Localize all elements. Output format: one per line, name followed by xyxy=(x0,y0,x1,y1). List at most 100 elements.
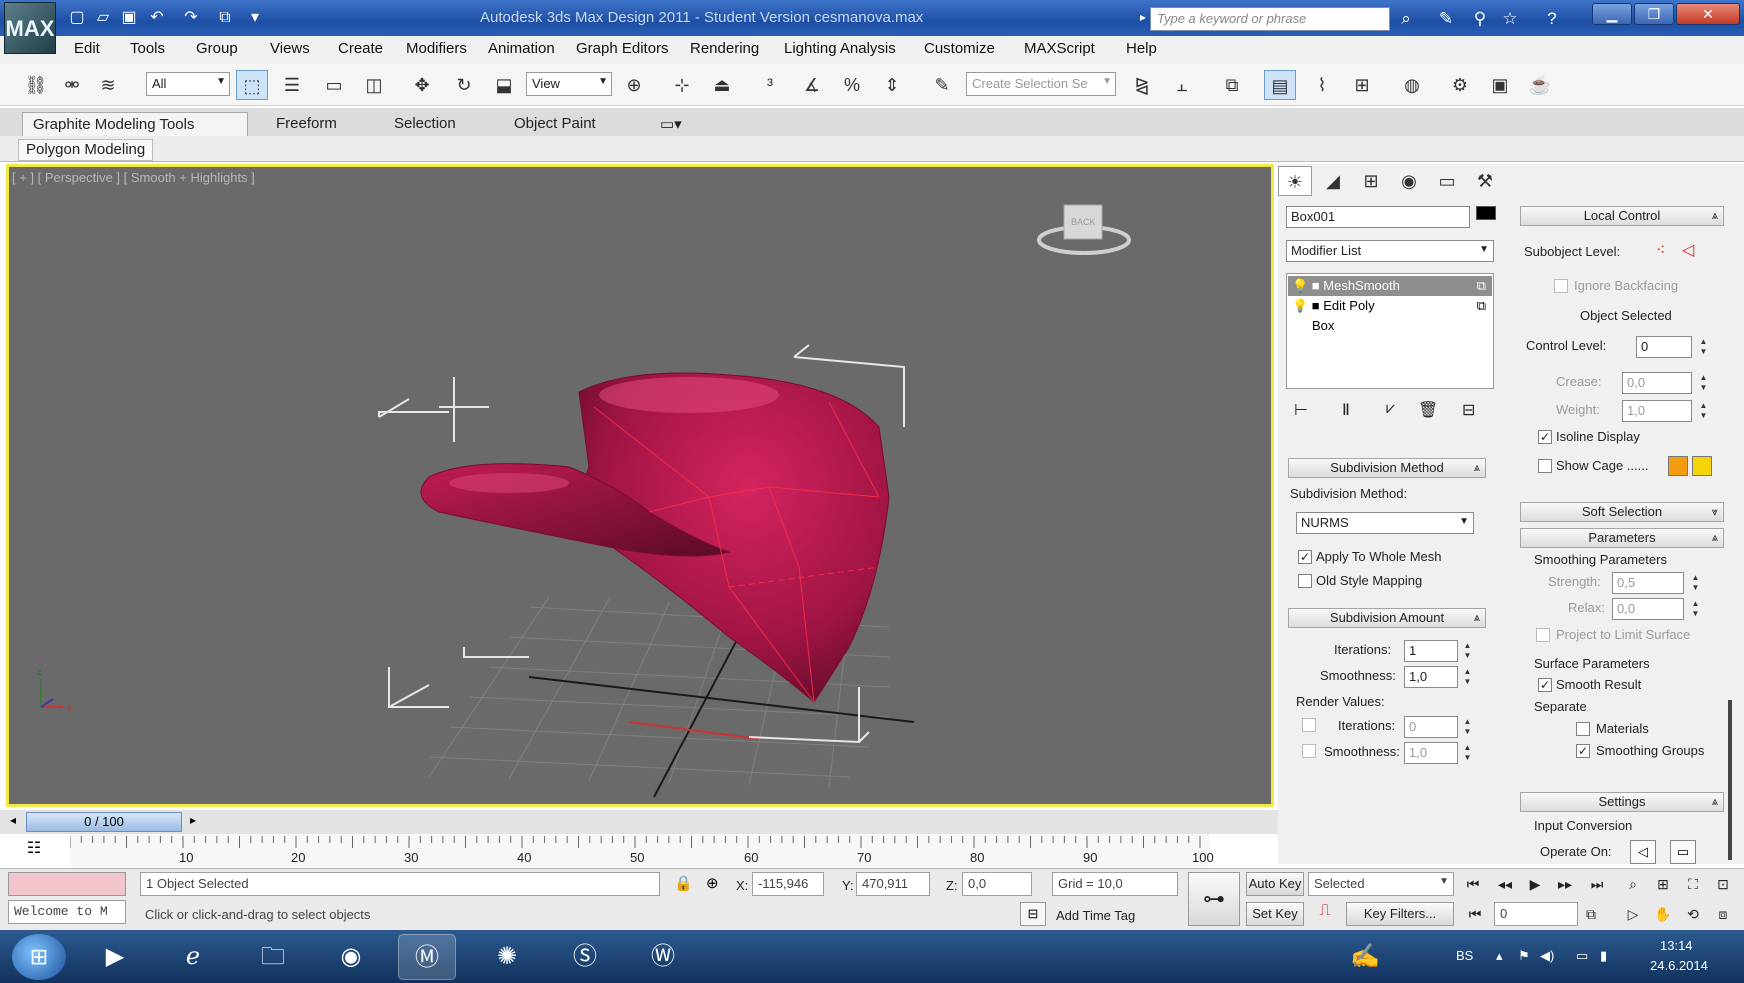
motion-panel-icon[interactable]: ◉ xyxy=(1392,166,1426,196)
time-tag-icon[interactable]: ⊟ xyxy=(1020,902,1046,926)
weight-spinner[interactable]: ▲ ▼ xyxy=(1698,401,1709,421)
keyboard-shortcut-override-icon[interactable]: ⏏ xyxy=(706,70,738,100)
app-swirl-icon[interactable]: ✺ xyxy=(478,934,536,980)
rendered-frame-icon[interactable]: ▣ xyxy=(1484,70,1516,100)
field-of-view-icon[interactable]: ▷ xyxy=(1622,902,1644,926)
volume-icon[interactable]: ◀) xyxy=(1540,948,1554,964)
z-coord-field[interactable]: 0,0 xyxy=(962,872,1032,896)
menu-create[interactable]: Create xyxy=(338,40,383,60)
stack-item-meshsmooth[interactable]: 💡 ■ MeshSmooth ⧉ xyxy=(1288,276,1492,296)
render-setup-icon[interactable]: ⚙ xyxy=(1444,70,1476,100)
next-frame-icon[interactable]: ▸▸ xyxy=(1554,872,1576,896)
clock-time[interactable]: 13:14 xyxy=(1660,938,1693,953)
x-coord-field[interactable]: -115,946 xyxy=(752,872,824,896)
unlink-icon[interactable]: ⚮ xyxy=(56,70,88,100)
start-button-icon[interactable]: ⊞ xyxy=(12,934,66,980)
crease-input[interactable]: 0,0 xyxy=(1622,372,1692,394)
project-folder-icon[interactable]: ⧉ xyxy=(214,7,236,29)
snaps-toggle-icon[interactable]: ³ xyxy=(754,70,786,100)
zoom-extents-icon[interactable]: ⛶ xyxy=(1682,872,1704,896)
battery-icon[interactable]: ▮ xyxy=(1600,948,1607,964)
help-icon[interactable]: ? xyxy=(1540,7,1564,31)
ignore-backfacing-checkbox[interactable] xyxy=(1554,279,1568,293)
app-logo[interactable]: MAX xyxy=(4,2,56,54)
menu-maxscript[interactable]: MAXScript xyxy=(1024,40,1095,60)
render-smoothness-spinner[interactable]: ▲ ▼ xyxy=(1462,743,1473,763)
pan-view-icon[interactable]: ✋ xyxy=(1652,902,1674,926)
pivot-center-icon[interactable]: ⊕ xyxy=(618,70,650,100)
control-level-spinner[interactable]: ▲ ▼ xyxy=(1698,337,1709,357)
layer-manager-icon[interactable]: ⧉ xyxy=(1216,70,1248,100)
new-file-icon[interactable]: ▢ xyxy=(66,7,88,29)
project-limit-checkbox[interactable] xyxy=(1536,628,1550,642)
crease-spinner[interactable]: ▲ ▼ xyxy=(1698,373,1709,393)
scale-icon[interactable]: ⬓ xyxy=(488,70,520,100)
render-iterations-input[interactable]: 0 xyxy=(1404,716,1458,738)
iterations-spinner[interactable]: ▲ ▼ xyxy=(1462,641,1473,661)
tab-object-paint[interactable]: Object Paint xyxy=(504,112,606,136)
viewport-label[interactable]: [ + ] [ Perspective ] [ Smooth + Highlig… xyxy=(12,170,255,185)
show-end-result-icon[interactable]: Ⅱ xyxy=(1342,400,1350,420)
percent-snap-icon[interactable]: % xyxy=(836,70,868,100)
zoom-extents-all-icon[interactable]: ⊡ xyxy=(1712,872,1734,896)
firefox-icon[interactable]: ◉ xyxy=(322,934,380,980)
render-iterations-spinner[interactable]: ▲ ▼ xyxy=(1462,717,1473,737)
play-icon[interactable]: ▶ xyxy=(1524,872,1546,896)
modify-panel-icon[interactable]: ◢ xyxy=(1316,166,1350,196)
media-player-icon[interactable]: ▶ xyxy=(86,934,144,980)
menu-graph-editors[interactable]: Graph Editors xyxy=(576,40,669,60)
curve-editor-icon[interactable]: ⌇ xyxy=(1306,70,1338,100)
search-expand-icon[interactable]: ▸ xyxy=(1140,10,1146,24)
time-slider-next-icon[interactable]: ▸ xyxy=(190,813,196,827)
word-icon[interactable]: Ⓦ xyxy=(634,934,692,980)
select-by-name-icon[interactable]: ☰ xyxy=(276,70,308,100)
quick-access-dropdown-icon[interactable]: ▾ xyxy=(244,7,266,29)
selection-lock-icon[interactable]: 🔒 xyxy=(674,874,693,892)
maxscript-listener-mini[interactable] xyxy=(8,872,126,896)
menu-lighting-analysis[interactable]: Lighting Analysis xyxy=(784,40,896,60)
stack-item-box[interactable]: Box xyxy=(1308,316,1492,336)
go-to-start-icon[interactable]: ⏮ xyxy=(1462,872,1484,896)
key-mode-dropdown[interactable]: Selected ▼ xyxy=(1308,872,1454,896)
select-link-icon[interactable]: ⛓ xyxy=(20,70,52,100)
stack-item-edit-poly[interactable]: 💡 ■ Edit Poly ⧉ xyxy=(1288,296,1492,316)
smoothness-input[interactable]: 1,0 xyxy=(1404,666,1458,688)
smoothing-groups-checkbox[interactable]: ✓ xyxy=(1576,744,1590,758)
rollout-subdivision-amount[interactable]: Subdivision Amount ⩓ xyxy=(1288,608,1486,628)
rollout-soft-selection[interactable]: Soft Selection ⩔ xyxy=(1520,502,1724,522)
menu-customize[interactable]: Customize xyxy=(924,40,995,60)
create-panel-icon[interactable]: ☀ xyxy=(1278,166,1312,196)
relax-spinner[interactable]: ▲ ▼ xyxy=(1690,599,1701,619)
rollout-subdivision-method[interactable]: Subdivision Method ⩓ xyxy=(1288,458,1486,478)
materials-checkbox[interactable] xyxy=(1576,722,1590,736)
make-unique-icon[interactable]: ⩗ xyxy=(1386,400,1395,418)
set-key-button[interactable]: Set Key xyxy=(1246,902,1304,926)
lightbulb-icon[interactable]: 💡 xyxy=(1292,278,1308,293)
remove-modifier-icon[interactable]: 🗑 xyxy=(1418,400,1438,420)
skype-icon[interactable]: Ⓢ xyxy=(556,934,614,980)
selection-filter-dropdown[interactable]: All ▼ xyxy=(146,72,230,96)
rollout-parameters[interactable]: Parameters ⩓ xyxy=(1520,528,1724,548)
edit-named-selection-icon[interactable]: ✎ xyxy=(926,70,958,100)
render-teapot-icon[interactable]: ☕ xyxy=(1524,70,1556,100)
old-style-mapping-checkbox[interactable] xyxy=(1298,574,1312,588)
file-explorer-icon[interactable]: 🗀 xyxy=(244,934,302,980)
object-color-swatch[interactable] xyxy=(1476,206,1496,220)
tab-selection[interactable]: Selection xyxy=(384,112,466,136)
maximize-button[interactable]: ❐ xyxy=(1634,3,1674,25)
mirror-icon[interactable]: ⧎ xyxy=(1126,70,1158,100)
relax-input[interactable]: 0,0 xyxy=(1612,598,1684,620)
strength-spinner[interactable]: ▲ ▼ xyxy=(1690,573,1701,593)
operate-on-faces-icon[interactable]: ◁ xyxy=(1630,840,1656,864)
time-slider[interactable]: 0 / 100 xyxy=(26,812,182,832)
pin-stack-icon[interactable]: ⊢ xyxy=(1294,400,1308,420)
rectangular-selection-icon[interactable]: ▭ xyxy=(318,70,350,100)
redo-icon[interactable]: ↷ xyxy=(180,7,202,29)
window-crossing-icon[interactable]: ◫ xyxy=(358,70,390,100)
edge-subobject-icon[interactable]: ◁ xyxy=(1682,240,1694,260)
display-panel-icon[interactable]: ▭ xyxy=(1430,166,1464,196)
menu-help[interactable]: Help xyxy=(1126,40,1157,60)
action-center-flag-icon[interactable]: ⚑ xyxy=(1518,948,1530,964)
go-to-end-icon[interactable]: ⏭ xyxy=(1586,872,1608,896)
control-level-input[interactable]: 0 xyxy=(1636,336,1692,358)
